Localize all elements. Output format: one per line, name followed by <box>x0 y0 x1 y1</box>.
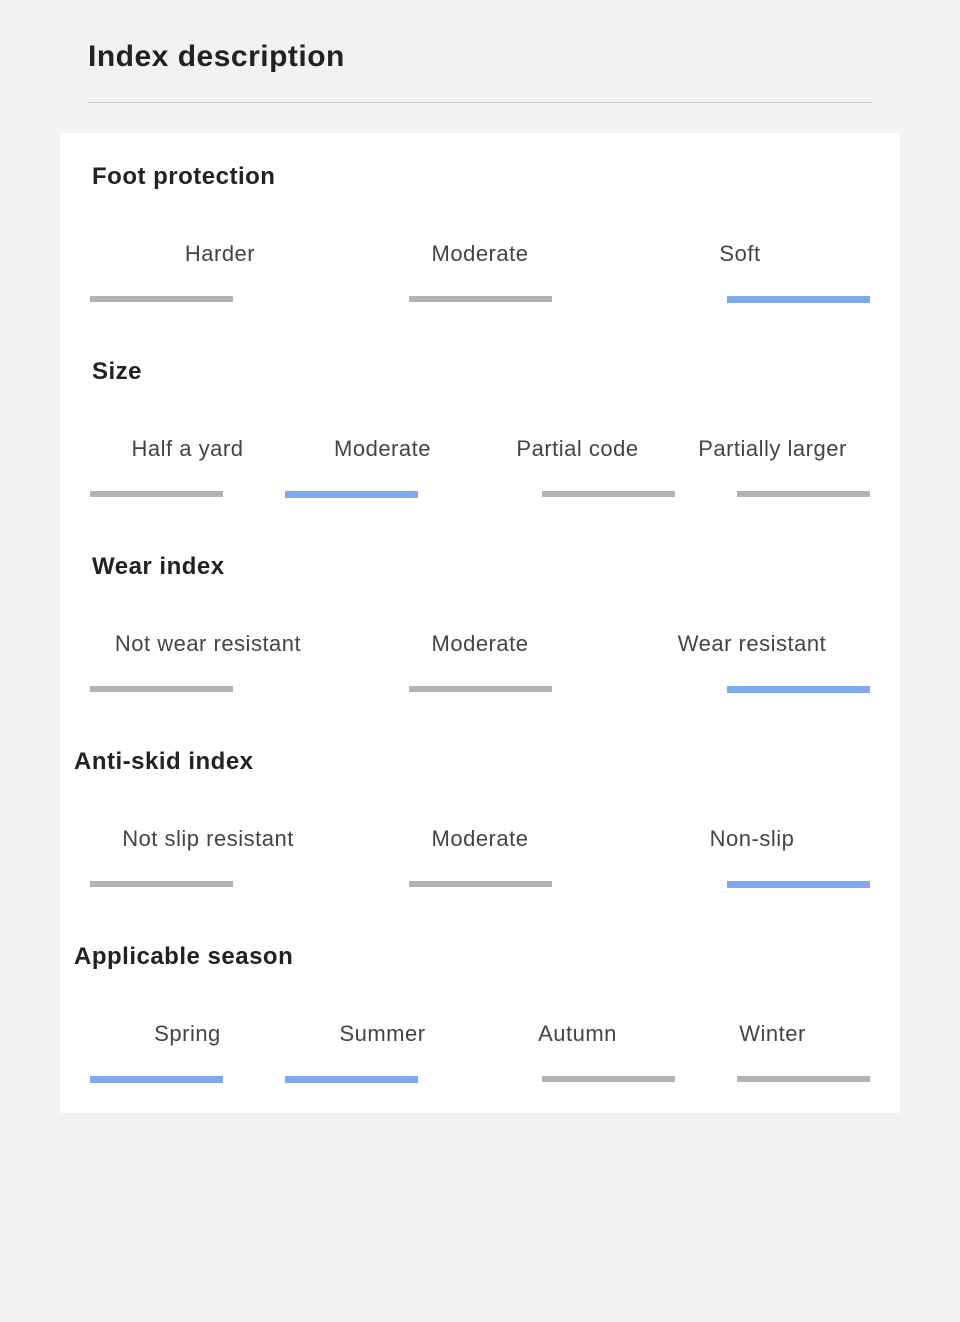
option-label: Autumn <box>480 1021 675 1047</box>
option: Harder <box>90 241 350 295</box>
section-title: Anti-skid index <box>74 748 890 776</box>
indicator-bar-active <box>285 1076 418 1083</box>
bar-cell <box>90 880 350 888</box>
options-row: SpringSummerAutumnWinter <box>70 1021 890 1075</box>
indicator-bar-active <box>727 686 870 693</box>
bar-cell <box>480 1075 675 1083</box>
bar-cell <box>285 1075 480 1083</box>
bar-cell <box>350 685 610 693</box>
indicator-bar-active <box>727 881 870 888</box>
index-card: Foot protectionHarderModerateSoftSizeHal… <box>60 133 900 1113</box>
indicator-bar-active <box>727 296 870 303</box>
bar-cell <box>675 1075 870 1083</box>
bar-cell <box>90 685 350 693</box>
indicator-bar <box>737 1076 870 1082</box>
options-row: Half a yardModeratePartial codePartially… <box>70 436 890 490</box>
indicator-bar <box>90 491 223 497</box>
option: Summer <box>285 1021 480 1075</box>
option-label: Harder <box>90 241 350 267</box>
section-foot_protection: Foot protection HarderModerateSoft <box>70 163 890 303</box>
indicator-bar-active <box>90 1076 223 1083</box>
option-label: Not wear resistant <box>72 631 344 657</box>
option: Half a yard <box>90 436 285 490</box>
section-title: Size <box>92 358 890 386</box>
option: Moderate <box>344 631 616 685</box>
page-title: Index description <box>88 40 872 103</box>
bars-row <box>70 1075 890 1083</box>
section-wear_index: Wear index Not wear resistantModerateWear… <box>70 553 890 693</box>
section-title: Wear index <box>92 553 890 581</box>
option: Non-slip <box>616 826 888 880</box>
bars-row <box>70 880 890 888</box>
bar-cell <box>610 685 870 693</box>
option-label: Partially larger <box>675 436 870 462</box>
option-label: Soft <box>610 241 870 267</box>
option-label: Partial code <box>480 436 675 462</box>
section-title: Foot protection <box>92 163 890 191</box>
indicator-bar <box>409 686 552 692</box>
indicator-bar <box>737 491 870 497</box>
option-label: Spring <box>90 1021 285 1047</box>
bar-cell <box>480 490 675 498</box>
bar-cell <box>90 490 285 498</box>
index-description-page: Index description Foot protectionHarderM… <box>0 0 960 1113</box>
option-label: Moderate <box>344 826 616 852</box>
option: Partial code <box>480 436 675 490</box>
section-title: Applicable season <box>74 943 890 971</box>
section-season: Applicable season SpringSummerAutumnWinte… <box>70 943 890 1083</box>
bar-cell <box>90 295 350 303</box>
option-label: Non-slip <box>616 826 888 852</box>
bar-cell <box>350 295 610 303</box>
bar-cell <box>285 490 480 498</box>
option-label: Wear resistant <box>616 631 888 657</box>
option: Not wear resistant <box>72 631 344 685</box>
indicator-bar <box>409 296 552 302</box>
bars-row <box>70 490 890 498</box>
option: Autumn <box>480 1021 675 1075</box>
indicator-bar <box>542 491 675 497</box>
section-anti_skid: Anti-skid index Not slip resistantModerat… <box>70 748 890 888</box>
bars-row <box>70 685 890 693</box>
bar-cell <box>610 880 870 888</box>
option: Spring <box>90 1021 285 1075</box>
options-row: HarderModerateSoft <box>70 241 890 295</box>
option: Wear resistant <box>616 631 888 685</box>
indicator-bar <box>542 1076 675 1082</box>
indicator-bar <box>90 296 233 302</box>
option-label: Moderate <box>285 436 480 462</box>
bar-cell <box>350 880 610 888</box>
indicator-bar <box>409 881 552 887</box>
indicator-bar <box>90 686 233 692</box>
option-label: Half a yard <box>90 436 285 462</box>
bar-cell <box>610 295 870 303</box>
indicator-bar-active <box>285 491 418 498</box>
bars-row <box>70 295 890 303</box>
option: Soft <box>610 241 870 295</box>
option: Moderate <box>285 436 480 490</box>
option: Not slip resistant <box>72 826 344 880</box>
option: Partially larger <box>675 436 870 490</box>
option-label: Summer <box>285 1021 480 1047</box>
option: Winter <box>675 1021 870 1075</box>
option-label: Winter <box>675 1021 870 1047</box>
options-row: Not wear resistantModerateWear resistant <box>70 631 890 685</box>
option-label: Not slip resistant <box>72 826 344 852</box>
option: Moderate <box>344 826 616 880</box>
indicator-bar <box>90 881 233 887</box>
section-size: Size Half a yardModeratePartial codeParti… <box>70 358 890 498</box>
option-label: Moderate <box>350 241 610 267</box>
bar-cell <box>90 1075 285 1083</box>
bar-cell <box>675 490 870 498</box>
option: Moderate <box>350 241 610 295</box>
options-row: Not slip resistantModerateNon-slip <box>70 826 890 880</box>
option-label: Moderate <box>344 631 616 657</box>
